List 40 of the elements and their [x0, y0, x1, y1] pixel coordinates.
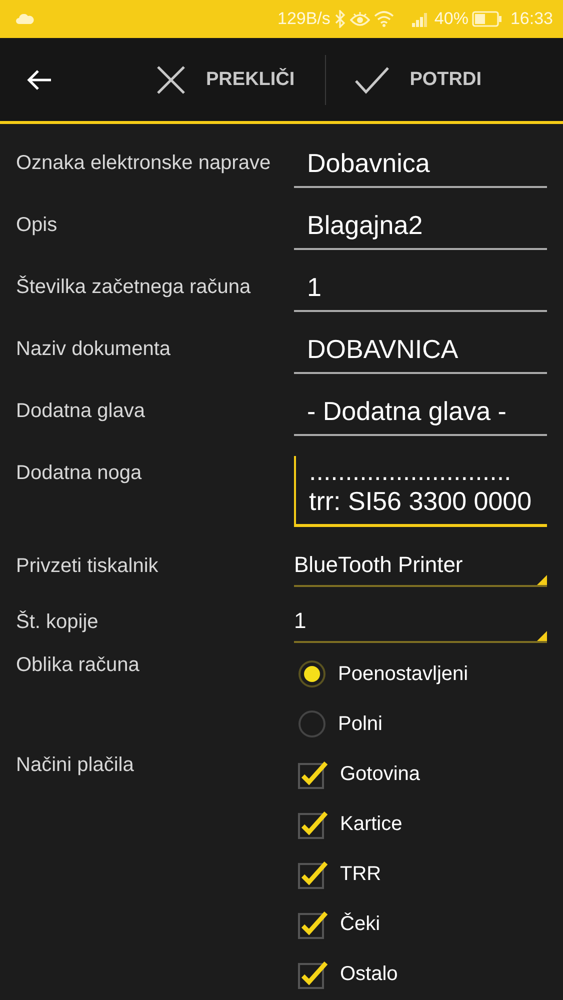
checkbox-option[interactable]: Kartice: [294, 799, 402, 849]
battery-icon: [472, 11, 502, 27]
dropdown[interactable]: BlueTooth Printer: [294, 549, 547, 587]
field-label: Načini plačila: [16, 753, 135, 778]
text-field[interactable]: - Dodatna glava -: [294, 394, 547, 436]
text-field[interactable]: DOBAVNICA: [294, 332, 547, 374]
radio-option[interactable]: Poenostavljeni: [294, 649, 468, 699]
dropdown-corner-icon: [537, 575, 547, 585]
dropdown-corner-icon: [537, 631, 547, 641]
text-field[interactable]: Dobavnica: [294, 146, 547, 188]
text-field[interactable]: Blagajna2: [294, 208, 547, 250]
field-label: Številka začetnega računa: [16, 274, 252, 300]
dropdown[interactable]: 1: [294, 605, 547, 643]
field-label: Naziv dokumenta: [16, 337, 172, 362]
field-label: Št. kopije: [16, 610, 100, 635]
field-label: Dodatna noga: [16, 461, 143, 486]
eye-icon: [350, 11, 370, 27]
field-label: Dodatna glava: [16, 399, 146, 424]
field-label: Privzeti tiskalnik: [16, 554, 160, 579]
checkbox-option[interactable]: TRR: [294, 849, 382, 899]
radio-option[interactable]: Polni: [294, 699, 382, 749]
field-label: Opis: [16, 213, 58, 238]
close-icon: [156, 64, 186, 94]
battery-percent: 40%: [434, 9, 468, 29]
field-label: Oblika računa: [16, 653, 140, 678]
checkbox-option[interactable]: Ostalo: [294, 949, 398, 999]
network-speed: 129B/s: [277, 9, 330, 29]
checkbox-option[interactable]: Gotovina: [294, 749, 420, 799]
clock-time: 16:33: [510, 9, 553, 29]
bluetooth-icon: [334, 10, 346, 28]
wifi-icon: [374, 11, 394, 27]
cloud-icon: [16, 14, 34, 24]
field-label: Oznaka elektronske naprave: [16, 151, 272, 176]
confirm-button[interactable]: POTRDI: [342, 58, 494, 102]
checkmark-icon: [354, 66, 390, 94]
text-field[interactable]: 1: [294, 270, 547, 312]
checkbox-option[interactable]: Čeki: [294, 899, 380, 949]
text-area[interactable]: ............................ trr: SI56 3300 0000: [294, 456, 547, 527]
cancel-button[interactable]: PREKLIČI: [144, 56, 307, 102]
back-arrow-icon: [26, 68, 52, 90]
